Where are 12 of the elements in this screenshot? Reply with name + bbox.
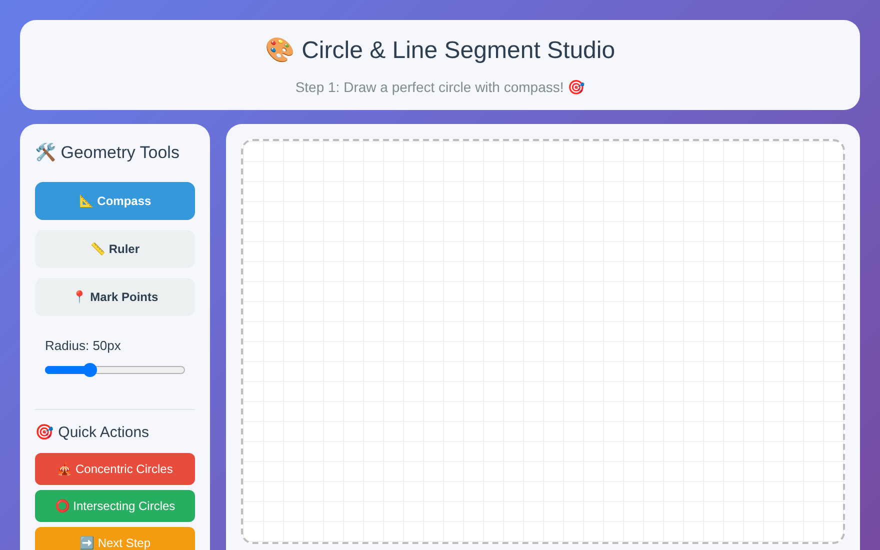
radius-label: Radius: 50px [45, 336, 122, 355]
step-instruction: Step 1: Draw a perfect circle with compass! 🎯 [295, 78, 585, 97]
tool-button[interactable]: 📏 Ruler [35, 230, 195, 268]
tool-button[interactable]: 📍 Mark Points [35, 278, 195, 316]
quick-action-button[interactable]: ⭕ Intersecting Circles [35, 490, 195, 522]
radius-slider[interactable] [45, 363, 185, 377]
sidebar-title: 🛠 Geometry Tools [35, 142, 180, 164]
quick-action-button[interactable]: 🎪 Concentric Circles [35, 452, 195, 484]
app-title: 🎨 Circle & Line Segment Studio [264, 36, 616, 66]
quick-action-button[interactable]: ➡ Next Step [35, 526, 195, 550]
quick-actions-title: 🎯 Quick Actions [35, 423, 150, 443]
tool-button[interactable]: 📐 Compass [35, 182, 195, 220]
